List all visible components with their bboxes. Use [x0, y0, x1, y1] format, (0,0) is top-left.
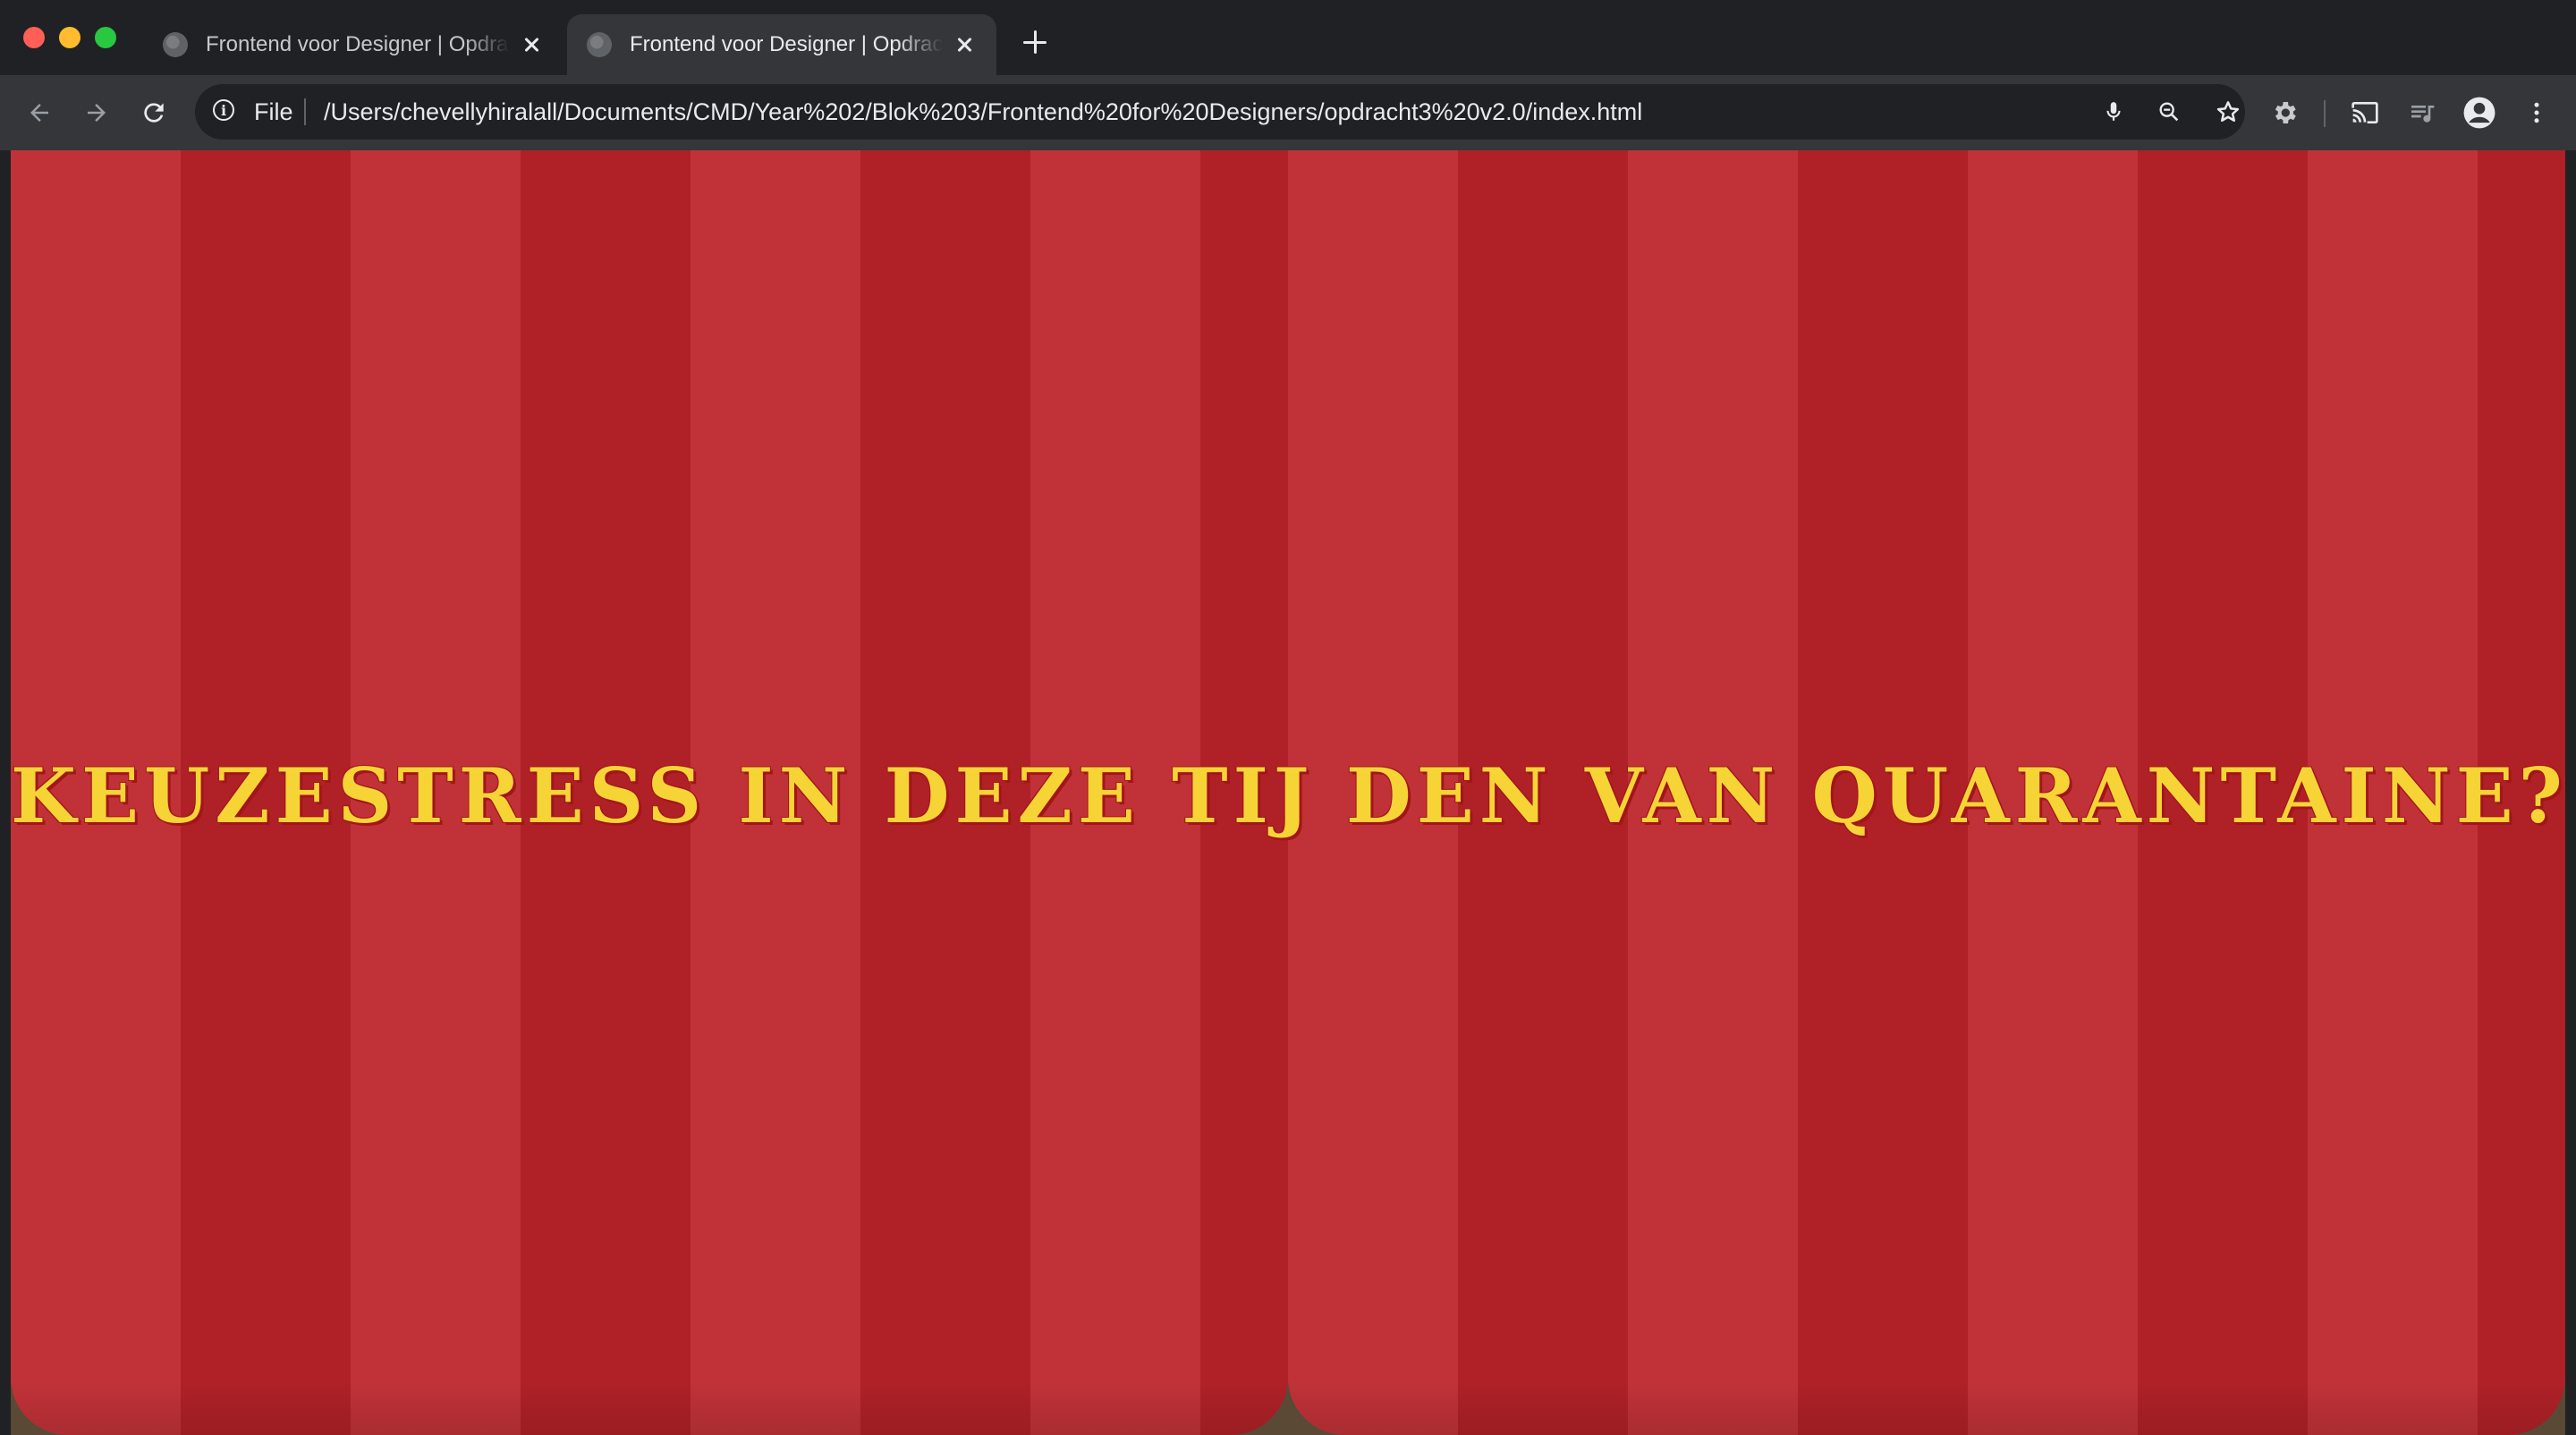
reload-button[interactable]	[132, 91, 175, 134]
info-icon[interactable]: i	[213, 99, 234, 121]
new-tab-button[interactable]	[1020, 27, 1050, 57]
close-tab-icon[interactable]	[519, 32, 544, 57]
microphone-icon[interactable]	[2098, 97, 2129, 127]
tab-strip: Frontend voor Designer | Opdracht 3 Fron…	[0, 0, 2576, 75]
tab-1[interactable]: Frontend voor Designer | Opdracht 3	[143, 14, 564, 75]
close-tab-icon[interactable]	[952, 32, 977, 57]
tab-title: Frontend voor Designer | Opdracht 3	[206, 32, 510, 56]
maximize-window-button[interactable]	[95, 27, 116, 48]
address-bar[interactable]: i File /Users/chevellyhiralall/Documents…	[195, 84, 2245, 140]
forward-button[interactable]	[75, 91, 118, 134]
back-button[interactable]	[18, 91, 61, 134]
browser-window: Frontend voor Designer | Opdracht 3 Fron…	[0, 0, 2576, 1435]
arrow-right-icon	[88, 104, 106, 122]
minimize-window-button[interactable]	[59, 27, 80, 48]
scheme-label: File	[254, 98, 293, 125]
close-window-button[interactable]	[23, 27, 45, 48]
page-headline: KEUZESTRESS IN DEZE TIJ DEN VAN QUARANTA…	[11, 751, 2565, 840]
star-icon[interactable]	[2213, 97, 2243, 127]
divider	[2324, 100, 2326, 127]
page-viewport: KEUZESTRESS IN DEZE TIJ DEN VAN QUARANTA…	[11, 150, 2565, 1435]
media-queue-icon[interactable]	[2401, 91, 2444, 134]
profile-icon[interactable]	[2458, 91, 2501, 134]
arrow-left-icon	[30, 104, 48, 122]
cast-icon[interactable]	[2343, 91, 2386, 134]
tab-2[interactable]: Frontend voor Designer | Opdracht 3	[567, 14, 996, 75]
globe-icon	[163, 32, 188, 57]
divider	[304, 98, 306, 125]
globe-icon	[587, 32, 612, 57]
url-text[interactable]: /Users/chevellyhiralall/Documents/CMD/Ye…	[324, 98, 1642, 126]
browser-toolbar: i File /Users/chevellyhiralall/Documents…	[0, 75, 2576, 150]
gear-icon[interactable]	[2263, 91, 2306, 134]
tab-title: Frontend voor Designer | Opdracht 3	[630, 32, 943, 56]
zoom-out-icon[interactable]	[2154, 97, 2184, 127]
reload-icon	[144, 103, 164, 123]
kebab-menu-icon[interactable]	[2515, 91, 2558, 134]
